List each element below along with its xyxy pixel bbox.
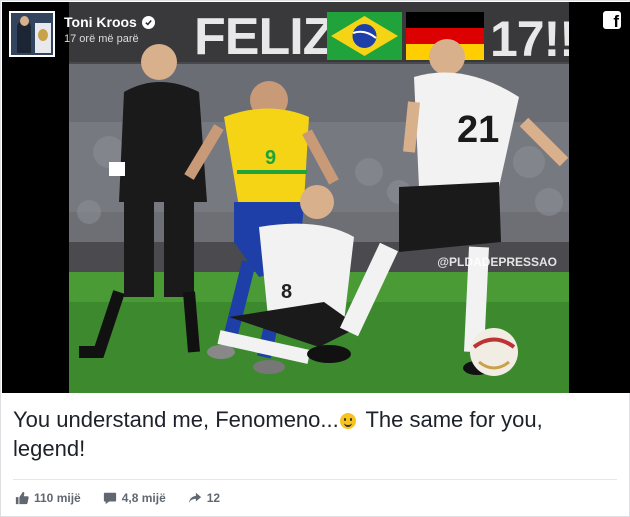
headline-right: 17!! xyxy=(490,11,569,67)
germany-front-number: 8 xyxy=(281,281,292,303)
comment-icon xyxy=(103,492,116,505)
watermark-text: @PLDADEPRESSAO xyxy=(437,255,557,269)
post-media[interactable]: FELIZ 17!! 9 8 21 @PLDADEPRESSAO Toni Kr… xyxy=(2,2,630,393)
headline-left: FELIZ xyxy=(194,8,334,66)
post-caption: You understand me, Fenomeno... The same … xyxy=(13,405,613,463)
verified-badge-icon xyxy=(141,15,155,29)
post-header: Toni Kroos 17 orë më parë xyxy=(9,11,155,57)
post-photo[interactable]: FELIZ 17!! 9 8 21 @PLDADEPRESSAO xyxy=(69,2,569,393)
comments-count: 4,8 mijë xyxy=(121,491,166,505)
facebook-post: FELIZ 17!! 9 8 21 @PLDADEPRESSAO Toni Kr… xyxy=(0,0,630,517)
facebook-logo-icon[interactable]: f xyxy=(603,11,621,29)
author-name[interactable]: Toni Kroos xyxy=(64,14,137,30)
shares-count: 12 xyxy=(206,491,221,505)
germany-back-number: 21 xyxy=(457,109,499,151)
smiley-icon xyxy=(339,413,356,429)
engagement-stats: 110 mijë 4,8 mijë 12 xyxy=(15,491,242,505)
thumbs-up-icon xyxy=(15,491,29,505)
author-avatar[interactable] xyxy=(9,11,55,57)
likes-stat[interactable]: 110 mijë xyxy=(15,491,81,505)
share-arrow-icon xyxy=(188,492,201,504)
brazil-number: 9 xyxy=(265,147,276,169)
brazil-flag xyxy=(327,12,402,60)
caption-text-part1: You understand me, Fenomeno... xyxy=(13,407,339,432)
comments-stat[interactable]: 4,8 mijë xyxy=(103,491,166,505)
soccer-ball xyxy=(470,328,518,376)
likes-count: 110 mijë xyxy=(34,491,81,505)
divider xyxy=(13,479,617,480)
shares-stat[interactable]: 12 xyxy=(188,491,220,505)
post-timestamp[interactable]: 17 orë më parë xyxy=(64,33,155,45)
